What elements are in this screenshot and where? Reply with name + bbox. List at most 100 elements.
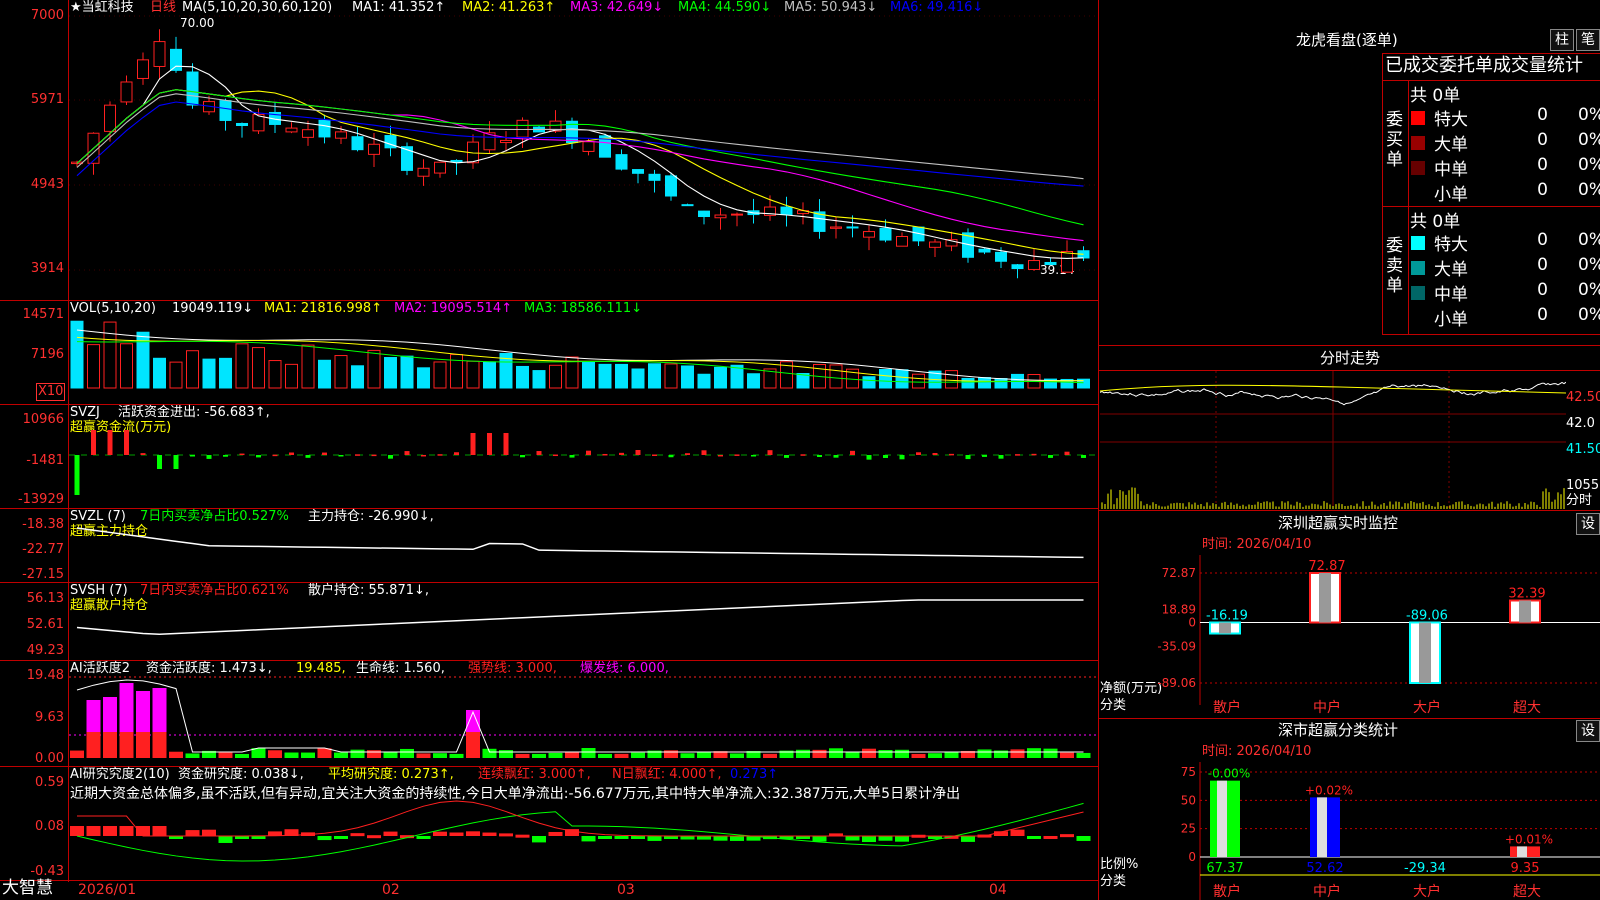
pen-button[interactable]: 笔 — [1576, 29, 1600, 51]
flow-bar — [520, 455, 525, 458]
candle-body — [978, 248, 991, 253]
flow-bar — [635, 450, 641, 455]
activity-bar — [829, 748, 843, 758]
research-bar — [631, 836, 645, 839]
volume-bar — [945, 370, 958, 389]
research-bar — [70, 826, 84, 836]
category-label: 散户 — [1213, 883, 1241, 900]
intraday-chart[interactable] — [1100, 371, 1566, 509]
sz-class-settings-button[interactable]: 设 — [1576, 720, 1600, 742]
activity-bar — [400, 748, 414, 758]
dragon-bottom-line — [1382, 334, 1600, 335]
flow-bar — [1081, 455, 1086, 458]
activity-bar — [977, 749, 992, 758]
volume-bar — [582, 362, 595, 389]
volume-bar — [400, 355, 414, 389]
volume-bar — [532, 370, 546, 389]
flow-bar — [355, 454, 360, 456]
research-bar — [119, 826, 134, 836]
category-label: 大户 — [1413, 883, 1441, 900]
volume-bar — [417, 367, 430, 389]
activity-bar — [334, 752, 348, 758]
order-percent: 0% — [1578, 280, 1600, 300]
candle-body — [450, 159, 463, 163]
activity-bar — [416, 753, 431, 758]
order-percent: 0% — [1578, 180, 1600, 200]
svzj-yaxis-label: -1481 — [26, 453, 64, 468]
candle-body — [863, 231, 875, 238]
candle-body — [665, 175, 677, 197]
activity-bar — [1043, 748, 1058, 758]
right-panel-divider — [1098, 0, 1099, 900]
activity-bar — [350, 749, 365, 758]
ai-research-yaxis-label: -0.43 — [30, 864, 64, 879]
research-bar — [515, 834, 530, 838]
research-bar — [1027, 836, 1041, 839]
intraday-price-label: 42.0 — [1566, 416, 1595, 431]
research-bar — [86, 826, 101, 836]
activity-bar — [581, 748, 596, 758]
volume-bar — [978, 377, 991, 389]
activity-bar — [367, 750, 381, 758]
intraday-title: 分时走势 — [1320, 349, 1381, 367]
activity-bar — [812, 749, 827, 758]
research-bar — [136, 826, 150, 836]
research-bar — [548, 831, 563, 836]
activity-bar — [730, 753, 744, 758]
flow-bar — [899, 455, 905, 460]
ratio-bar-shade — [1317, 797, 1327, 857]
activity-line — [76, 679, 1084, 753]
activity-bar — [631, 752, 645, 758]
volume-bar — [483, 361, 496, 389]
order-percent: 0% — [1578, 155, 1600, 175]
activity-base-bar — [466, 732, 480, 758]
research-bar — [532, 836, 546, 843]
sz-monitor-settings-button[interactable]: 设 — [1576, 513, 1600, 535]
flow-bar — [272, 454, 278, 457]
svzj-yaxis-label: -13929 — [17, 492, 64, 507]
flow-bar — [107, 430, 113, 455]
candle-body — [153, 41, 166, 67]
candle-body — [1028, 260, 1040, 270]
volume-bar — [186, 350, 199, 389]
volume-bar — [697, 373, 711, 389]
research-bar — [152, 826, 167, 836]
activity-bar — [548, 752, 563, 758]
research-bar — [697, 836, 711, 840]
candle-body — [698, 210, 710, 218]
main-yaxis-label: 5971 — [30, 92, 64, 107]
research-average-line — [77, 800, 1084, 837]
volume-bar — [153, 357, 166, 389]
activity-bar — [763, 753, 777, 758]
activity-bar — [169, 751, 183, 758]
volume-bar — [961, 377, 975, 389]
candle-body — [1011, 264, 1024, 270]
candle-body — [780, 206, 793, 215]
pillar-button[interactable]: 柱 — [1550, 29, 1574, 51]
flow-bar — [322, 452, 327, 455]
kline-chart[interactable] — [69, 0, 1098, 880]
svzl-yaxis-label: -22.77 — [22, 542, 64, 557]
category-label: 中户 — [1313, 699, 1341, 716]
candle-body — [120, 81, 133, 103]
research-bar — [449, 832, 464, 836]
brand-logo[interactable]: 大智慧 — [2, 880, 53, 897]
volume-bar — [70, 320, 84, 389]
volume-bar — [615, 363, 628, 389]
activity-bar — [185, 753, 200, 758]
research-bar — [1043, 835, 1058, 839]
sz-monitor-title: 深圳超赢实时监控 — [1278, 514, 1399, 532]
y-tick-label: 0 — [1188, 616, 1196, 630]
activity-bar — [796, 749, 810, 758]
intraday-price-label: 41.50 — [1566, 442, 1600, 457]
flow-bar — [817, 455, 822, 458]
flow-bar — [388, 455, 393, 459]
flow-bar — [1064, 451, 1070, 455]
volume-bar — [318, 359, 331, 389]
activity-bar — [697, 752, 711, 758]
activity-bar — [235, 753, 249, 758]
candle-body — [582, 141, 595, 152]
ai-active-yaxis-label: 19.48 — [26, 668, 64, 683]
activity-peak-bar — [152, 688, 167, 732]
candle-body — [1061, 250, 1073, 273]
